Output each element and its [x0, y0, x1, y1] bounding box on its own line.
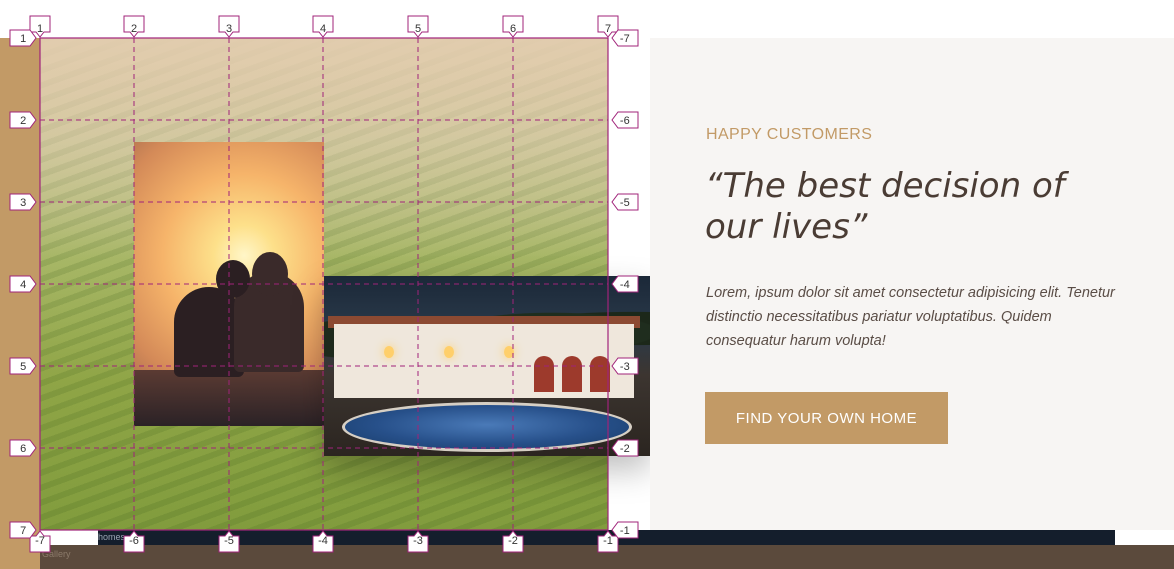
grid-col-label-text: 2 — [131, 23, 137, 35]
photo-light — [384, 346, 394, 358]
footer-link-gallery[interactable]: Gallery — [42, 549, 71, 559]
grid-row-neg-label-tag — [611, 29, 639, 47]
grid-col-label-tag — [407, 15, 429, 38]
grid-row-neg-label-text: -7 — [620, 33, 630, 45]
photo-pool — [342, 402, 632, 452]
grid-row-neg-label-tag — [611, 111, 639, 129]
testimonial-quote: “The best decision of our lives” — [705, 166, 1065, 247]
grid-col-label-text: 6 — [510, 23, 516, 35]
grid-col-label-tag — [312, 15, 334, 38]
grid-row-neg-label-text: -5 — [620, 197, 630, 209]
grid-col-label-tag — [29, 15, 51, 38]
grid-col-label-text: 3 — [226, 23, 232, 35]
photo-arch — [590, 356, 610, 392]
photo-light — [504, 346, 514, 358]
left-accent-strip — [0, 38, 40, 569]
gallery-haze — [40, 38, 608, 260]
find-home-button[interactable]: FIND YOUR OWN HOME — [705, 392, 948, 444]
person-head — [216, 260, 250, 298]
testimonial-body: Lorem, ipsum dolor sit amet consectetur … — [706, 285, 1115, 349]
grid-col-label-text: 7 — [605, 23, 611, 35]
footer-brown-bar — [40, 545, 1174, 569]
grid-col-label-text: 1 — [37, 23, 43, 35]
photo-arch — [562, 356, 582, 392]
villa-pool-photo — [324, 276, 650, 456]
photo-ground — [134, 370, 324, 426]
footer-link-homes[interactable]: homes — [98, 532, 125, 542]
person-head — [252, 252, 288, 296]
photo-house — [334, 324, 634, 398]
grid-col-label-text: 5 — [415, 23, 421, 35]
grid-col-label-text: 4 — [320, 23, 326, 35]
section-kicker: HAPPY CUSTOMERS — [706, 126, 873, 143]
photo-arch — [534, 356, 554, 392]
grid-col-label-tag — [597, 15, 619, 38]
photo-light — [444, 346, 454, 358]
footer-white-block — [40, 530, 98, 545]
grid-row-neg-label-tag — [611, 193, 639, 211]
grid-row-neg-label-text: -6 — [620, 115, 630, 127]
grid-col-label-tag — [218, 15, 240, 38]
footer-dark-bar — [98, 530, 1115, 545]
grid-col-label-tag — [123, 15, 145, 38]
couple-sunset-photo — [134, 142, 324, 426]
grid-col-label-tag — [502, 15, 524, 38]
